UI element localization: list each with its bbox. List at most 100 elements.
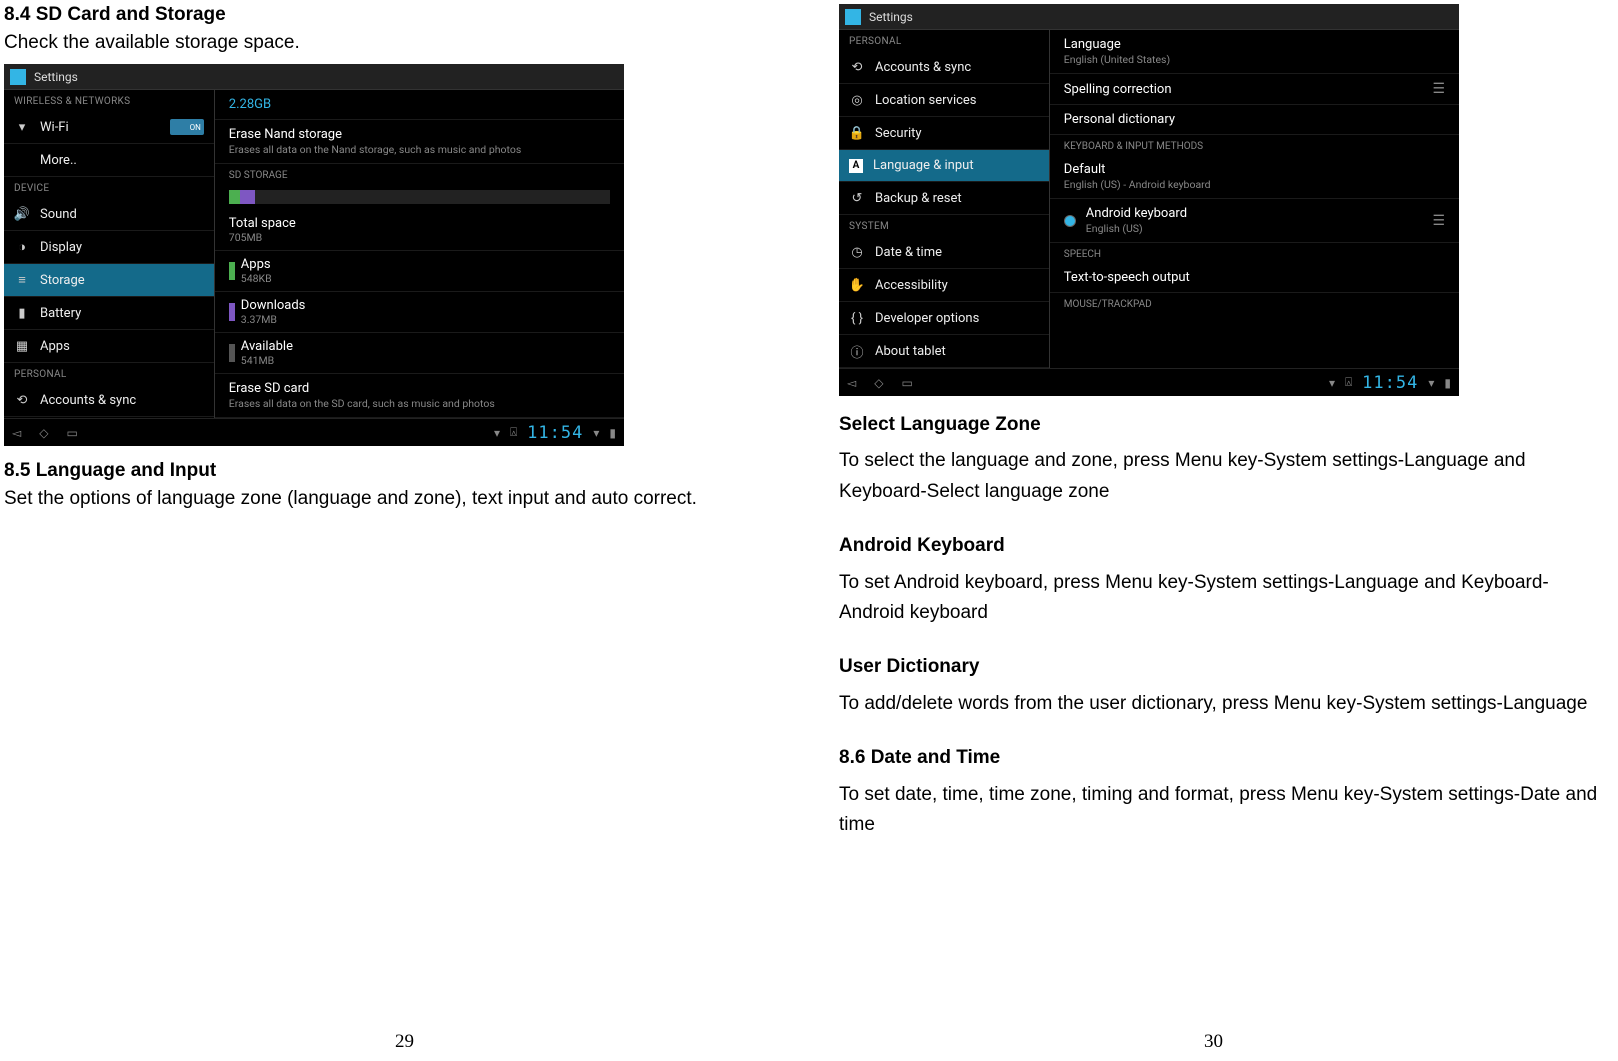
row-tts[interactable]: Text-to-speech output	[1050, 263, 1459, 293]
and-sub: English (US)	[1086, 222, 1433, 235]
security-label: Security	[875, 126, 922, 141]
info-icon: ⓘ	[849, 343, 865, 359]
braces-icon: { }	[849, 310, 865, 326]
heading-user-dictionary: User Dictionary	[839, 652, 1598, 682]
usb-icon: ⍓	[510, 425, 517, 440]
display-icon: ◑	[14, 239, 30, 255]
apps-title: Apps	[241, 257, 272, 272]
lang-sub: English (United States)	[1064, 53, 1445, 66]
apps-sub: 548KB	[241, 272, 272, 285]
and-title: Android keyboard	[1086, 206, 1433, 221]
settings-icon	[10, 69, 26, 85]
page-right: Settings PERSONAL ⟲ Accounts & sync ◎ Lo…	[809, 0, 1618, 1061]
tune-icon[interactable]: ☰	[1432, 81, 1445, 97]
row-total[interactable]: Total space 705MB	[215, 210, 624, 251]
storage-bar	[215, 184, 624, 210]
row-erase-sd[interactable]: Erase SD card Erases all data on the SD …	[215, 374, 624, 418]
sidebar-item-developer[interactable]: { } Developer options	[839, 302, 1049, 335]
usb-icon: ⍓	[1345, 375, 1352, 390]
settings-detail: 2.28GB Erase Nand storage Erases all dat…	[215, 90, 624, 418]
dl-sub: 3.37MB	[241, 313, 306, 326]
sidebar-item-sound[interactable]: 🔊 Sound	[4, 198, 214, 231]
total-title: Total space	[229, 216, 296, 231]
avail-sub: 541MB	[241, 354, 293, 367]
settings-sidebar: WIRELESS & NETWORKS ▾ Wi-Fi ON More.. DE…	[4, 90, 215, 418]
wifi-toggle[interactable]: ON	[170, 119, 204, 135]
battery-icon: ▮	[14, 305, 30, 321]
wifi-status-icon: ▾	[593, 426, 599, 440]
heading-8-4: 8.4 SD Card and Storage	[4, 4, 789, 26]
screenshot-language: Settings PERSONAL ⟲ Accounts & sync ◎ Lo…	[839, 4, 1459, 396]
row-dictionary[interactable]: Personal dictionary	[1050, 105, 1459, 135]
recent-icon[interactable]: ▭	[901, 376, 912, 390]
row-available[interactable]: Available 541MB	[215, 333, 624, 374]
sidebar-item-date[interactable]: ◷ Date & time	[839, 236, 1049, 269]
wifi-label: Wi-Fi	[40, 120, 69, 135]
section-speech: SPEECH	[1050, 243, 1459, 263]
language-icon: A	[849, 159, 863, 173]
vol-icon: ▾	[1329, 376, 1335, 390]
accounts-label: Accounts & sync	[40, 393, 136, 408]
clock: 11:54	[1362, 373, 1418, 393]
row-downloads[interactable]: Downloads 3.37MB	[215, 292, 624, 333]
home-icon[interactable]: ◇	[39, 426, 48, 440]
row-default-kb[interactable]: Default English (US) - Android keyboard	[1050, 155, 1459, 199]
sidebar-item-storage[interactable]: ≡ Storage	[4, 264, 214, 297]
text-8-5: Set the options of language zone (langua…	[4, 484, 789, 514]
row-android-kb[interactable]: Android keyboard English (US) ☰	[1050, 199, 1459, 243]
system-navbar: ◅ ◇ ▭ ▾ ⍓ 11:54 ▾ ▮	[4, 418, 624, 446]
sidebar-item-more[interactable]: More..	[4, 144, 214, 177]
sidebar-item-about[interactable]: ⓘ About tablet	[839, 335, 1049, 368]
location-icon: ◎	[849, 92, 865, 108]
wifi-icon: ▾	[14, 119, 30, 135]
storage-icon: ≡	[14, 272, 30, 288]
date-label: Date & time	[875, 245, 942, 260]
heading-android-keyboard: Android Keyboard	[839, 531, 1598, 561]
lock-icon: 🔒	[849, 125, 865, 141]
row-erase-nand[interactable]: Erase Nand storage Erases all data on th…	[215, 120, 624, 164]
sidebar-item-battery[interactable]: ▮ Battery	[4, 297, 214, 330]
sidebar-item-language[interactable]: A Language & input	[839, 150, 1049, 182]
more-label: More..	[40, 153, 77, 168]
sound-label: Sound	[40, 207, 77, 222]
radio-checked-icon[interactable]	[1064, 215, 1076, 227]
sidebar-item-accessibility[interactable]: ✋ Accessibility	[839, 269, 1049, 302]
cat-personal: PERSONAL	[4, 363, 214, 384]
back-icon[interactable]: ◅	[12, 426, 21, 440]
sidebar-item-accounts[interactable]: ⟲ Accounts & sync	[4, 384, 214, 417]
home-icon[interactable]: ◇	[874, 376, 883, 390]
sidebar-item-security[interactable]: 🔒 Security	[839, 117, 1049, 150]
back-icon[interactable]: ◅	[847, 376, 856, 390]
location-label: Location services	[875, 93, 977, 108]
hand-icon: ✋	[849, 277, 865, 293]
system-navbar: ◅ ◇ ▭ ▾ ⍓ 11:54 ▾ ▮	[839, 368, 1459, 396]
text-8-6: To set date, time, time zone, timing and…	[839, 780, 1598, 841]
sidebar-item-accounts[interactable]: ⟲ Accounts & sync	[839, 51, 1049, 84]
erase-sd-sub: Erases all data on the SD card, such as …	[229, 397, 610, 410]
recent-icon[interactable]: ▭	[66, 426, 77, 440]
swatch-apps	[229, 262, 235, 280]
title-text: Settings	[34, 70, 78, 84]
tune-icon[interactable]: ☰	[1432, 213, 1445, 229]
row-spelling[interactable]: Spelling correction ☰	[1050, 74, 1459, 105]
row-apps[interactable]: Apps 548KB	[215, 251, 624, 292]
settings-detail: Language English (United States) Spellin…	[1050, 30, 1459, 368]
erase-sd-title: Erase SD card	[229, 381, 610, 396]
cat-personal: PERSONAL	[839, 30, 1049, 51]
sidebar-item-location[interactable]: ◎ Location services	[839, 84, 1049, 117]
heading-8-6: 8.6 Date and Time	[839, 743, 1598, 773]
swatch-downloads	[229, 303, 235, 321]
storage-label: Storage	[40, 273, 85, 288]
sidebar-item-wifi[interactable]: ▾ Wi-Fi ON	[4, 111, 214, 144]
cat-wireless: WIRELESS & NETWORKS	[4, 90, 214, 111]
dict-title: Personal dictionary	[1064, 112, 1445, 127]
row-language[interactable]: Language English (United States)	[1050, 30, 1459, 74]
erase-nand-sub: Erases all data on the Nand storage, suc…	[229, 143, 610, 156]
text-android-keyboard: To set Android keyboard, press Menu key-…	[839, 568, 1598, 629]
vol-icon: ▾	[494, 426, 500, 440]
swatch-avail	[229, 344, 235, 362]
sidebar-item-apps[interactable]: ▦ Apps	[4, 330, 214, 363]
sidebar-item-backup[interactable]: ↺ Backup & reset	[839, 182, 1049, 215]
sidebar-item-display[interactable]: ◑ Display	[4, 231, 214, 264]
page-left: 8.4 SD Card and Storage Check the availa…	[0, 0, 809, 1061]
